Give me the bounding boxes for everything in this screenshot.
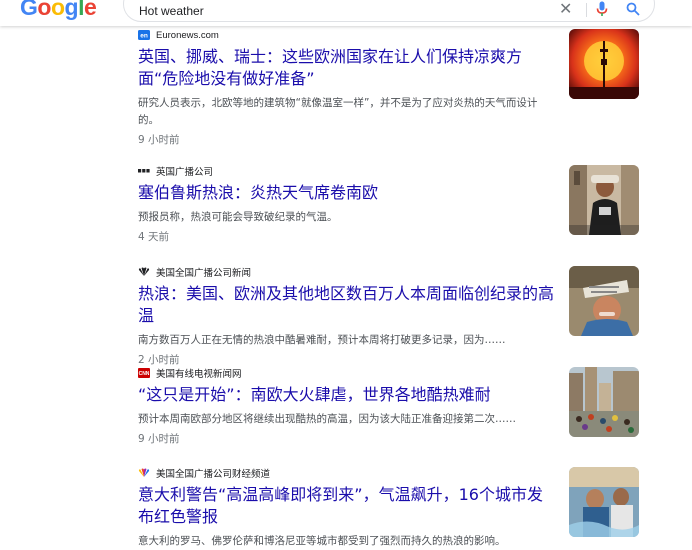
result-snippet: 研究人员表示，北欧等地的建筑物“就像温室一样”，并不是为了应对炎热的天气而设计的…: [138, 97, 538, 126]
result-source: en Euronews.com: [138, 28, 558, 42]
svg-text:CNN: CNN: [139, 371, 150, 377]
logo-letter: e: [83, 0, 97, 20]
result-snippet: 意大利的罗马、佛罗伦萨和博洛尼亚等城市都受到了强烈而持久的热浪的影响。: [138, 535, 506, 547]
google-logo[interactable]: Google: [20, 0, 97, 21]
search-box: ✕: [123, 0, 655, 22]
result-source: 美国全国广播公司财经频道: [138, 466, 558, 480]
svg-text:en: en: [140, 33, 148, 40]
top-bar: Google ✕: [0, 0, 692, 26]
result-snippet: 预报员称，热浪可能会导致破纪录的气温。: [138, 211, 338, 223]
logo-letter: o: [50, 0, 65, 20]
bbc-favicon: [138, 169, 150, 173]
close-icon[interactable]: ✕: [559, 1, 572, 17]
result-thumbnail-sunset[interactable]: [569, 29, 639, 99]
result-thumbnail-italy-fountain[interactable]: [569, 467, 639, 537]
result-timestamp: 4 天前: [138, 231, 170, 243]
search-result: 美国全国广播公司财经频道 意大利警告“高温高峰即将到来”，气温飙升，16个城市发…: [138, 466, 558, 550]
result-timestamp: 2 小时前: [138, 354, 180, 366]
search-divider: [586, 3, 587, 17]
search-icon[interactable]: [626, 2, 640, 16]
result-source: 英国广播公司: [138, 164, 558, 178]
search-input[interactable]: [139, 3, 519, 19]
result-title-link[interactable]: 热浪：美国、欧洲及其他地区数百万人本周面临创纪录的高温: [138, 283, 558, 327]
source-name: Euronews.com: [156, 29, 219, 41]
microphone-icon[interactable]: [595, 1, 609, 17]
search-result: en Euronews.com 英国、挪威、瑞士：这些欧洲国家在让人们保持凉爽方…: [138, 28, 558, 147]
result-thumbnail-newspaper-hat[interactable]: [569, 266, 639, 336]
source-name: 英国广播公司: [156, 167, 214, 178]
result-thumbnail-tourist[interactable]: [569, 165, 639, 235]
logo-letter: G: [20, 0, 38, 20]
search-result: CNN 美国有线电视新闻网 “这只是开始”：南欧大火肆虐，世界各地酷热难耐 预计…: [138, 366, 558, 446]
euronews-favicon: en: [138, 30, 150, 40]
search-result: 英国广播公司 塞伯鲁斯热浪：炎热天气席卷南欧 预报员称，热浪可能会导致破纪录的气…: [138, 164, 558, 244]
result-timestamp: 9 小时前: [138, 433, 180, 445]
cnn-favicon: CNN: [138, 368, 150, 378]
result-thumbnail-crowd-square[interactable]: [569, 367, 639, 437]
result-snippet: 预计本周南欧部分地区将继续出现酷热的高温，因为该大陆正准备迎接第二次……: [138, 413, 516, 425]
source-name: 美国全国广播公司新闻: [156, 268, 252, 279]
cnbc-favicon: [138, 468, 150, 477]
logo-letter: g: [64, 0, 79, 20]
result-title-link[interactable]: 英国、挪威、瑞士：这些欧洲国家在让人们保持凉爽方面“危险地没有做好准备”: [138, 46, 558, 90]
search-result: 美国全国广播公司新闻 热浪：美国、欧洲及其他地区数百万人本周面临创纪录的高温 南…: [138, 265, 558, 367]
result-source: 美国全国广播公司新闻: [138, 265, 558, 279]
result-snippet: 南方数百万人正在无情的热浪中酷暑难耐，预计本周将打破更多记录，因为……: [138, 334, 506, 346]
result-timestamp: 9 小时前: [138, 134, 180, 146]
source-name: 美国有线电视新闻网: [156, 369, 242, 380]
logo-letter: o: [37, 0, 51, 20]
nbc-favicon: [138, 267, 150, 276]
result-title-link[interactable]: 塞伯鲁斯热浪：炎热天气席卷南欧: [138, 182, 558, 204]
result-title-link[interactable]: “这只是开始”：南欧大火肆虐，世界各地酷热难耐: [138, 384, 558, 406]
result-title-link[interactable]: 意大利警告“高温高峰即将到来”，气温飙升，16个城市发布红色警报: [138, 484, 558, 528]
result-source: CNN 美国有线电视新闻网: [138, 366, 558, 380]
source-name: 美国全国广播公司财经频道: [156, 469, 271, 480]
